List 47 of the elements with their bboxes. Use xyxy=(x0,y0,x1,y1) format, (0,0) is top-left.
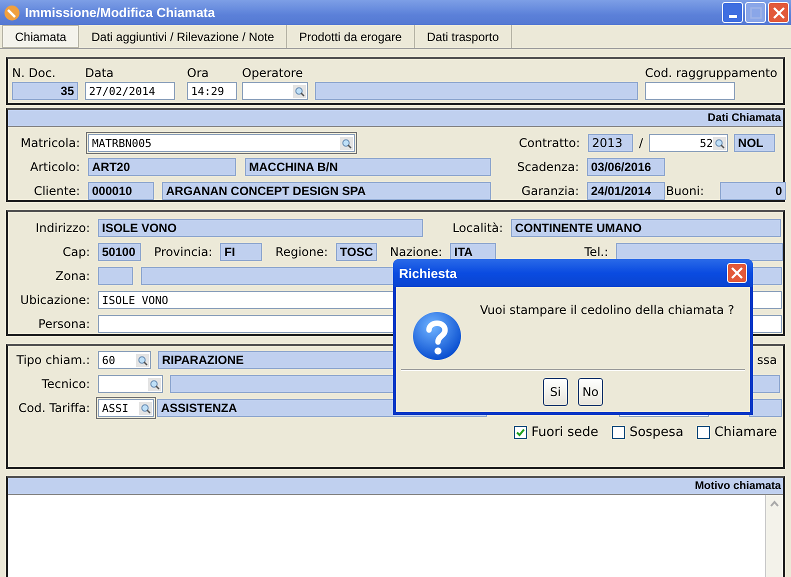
field-label: Ubicazione: xyxy=(19,293,91,307)
field-label: Garanzia: xyxy=(520,184,580,198)
section-title: Dati Chiamata xyxy=(708,112,781,124)
contract-type-field: NOL xyxy=(734,134,776,152)
field-label: Scadenza: xyxy=(516,160,580,174)
field-label: Operatore xyxy=(242,66,304,80)
dialog-title: Richiesta xyxy=(399,266,457,280)
vouchers-field: 0 xyxy=(720,182,786,200)
field-label: Cod. Tariffa: xyxy=(17,401,91,415)
field-label: Indirizzo: xyxy=(34,221,91,235)
expiry-date-field: 03/06/2016 xyxy=(587,158,665,176)
field-label: Tel.: xyxy=(583,245,610,259)
field-label: Matricola: xyxy=(20,136,81,150)
province-field: FI xyxy=(220,243,262,261)
field-label: Cap: xyxy=(62,245,91,259)
field-label: Tipo chiam.: xyxy=(15,353,91,367)
field-label: Ora xyxy=(187,66,210,80)
field-label: Articolo: xyxy=(29,160,81,174)
separator-text: / xyxy=(639,136,644,150)
field-label: Nazione: xyxy=(388,245,444,259)
field-label: Provincia: xyxy=(153,245,214,259)
customer-name-field: ARGANAN CONCEPT DESIGN SPA xyxy=(162,182,491,200)
field-label: Cod. raggruppamento xyxy=(645,66,778,80)
section-title: Motivo chiamata xyxy=(694,480,781,492)
article-code-field: ART20 xyxy=(88,158,236,176)
locality-field: CONTINENTE UMANO xyxy=(511,219,781,237)
field-label: Tecnico: xyxy=(40,377,91,391)
warranty-date-field: 24/01/2014 xyxy=(587,182,665,200)
region-field: TOSC xyxy=(336,243,377,261)
article-description-field: MACCHINA B/N xyxy=(245,158,491,176)
field-label: Cliente: xyxy=(32,184,81,198)
field-label: Regione: xyxy=(274,245,329,259)
field-label: ssa xyxy=(757,353,777,367)
field-label: Località: xyxy=(451,221,504,235)
postcode-field: 50100 xyxy=(98,243,141,261)
doc-number-field: 35 xyxy=(12,82,78,100)
field-label: Zona: xyxy=(54,269,91,283)
contract-year-field: 2013 xyxy=(588,134,633,152)
dialog-message: Vuoi stampare il cedolino della chiamata ? xyxy=(480,303,734,317)
field-label: Buoni: xyxy=(665,184,705,198)
address-field: ISOLE VONO xyxy=(98,219,423,237)
window-title: Immissione/Modifica Chiamata xyxy=(25,5,215,20)
field-label: N. Doc. xyxy=(12,66,57,80)
field-label: Data xyxy=(85,66,115,80)
customer-code-field: 000010 xyxy=(88,182,154,200)
field-label: Contratto: xyxy=(518,136,581,150)
field-label: Persona: xyxy=(37,317,91,331)
